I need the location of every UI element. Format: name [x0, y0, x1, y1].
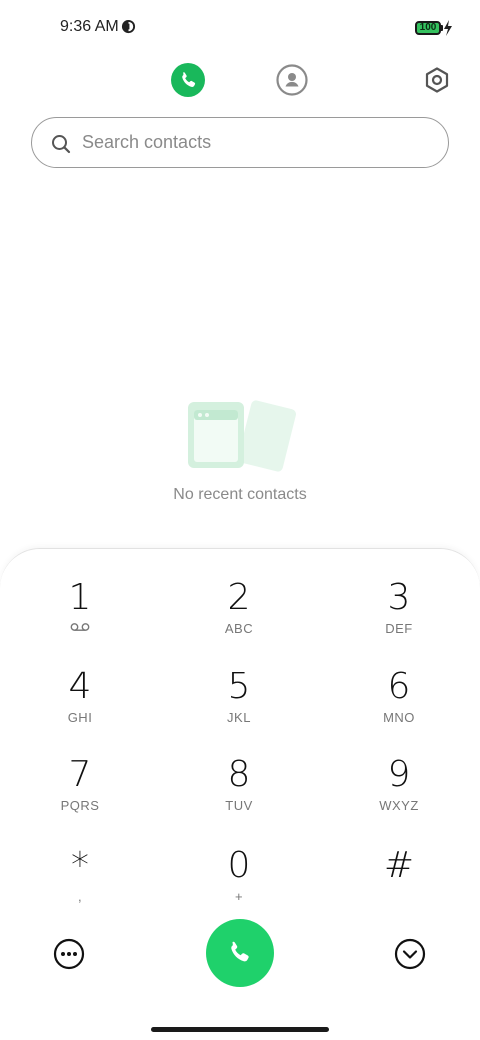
app-notification-icon [121, 19, 136, 34]
dial-key-5[interactable]: 5 JKL [179, 667, 299, 749]
dial-key-star[interactable]: * , [20, 846, 140, 928]
key-letters: + [234, 889, 244, 904]
key-digit: 0 [227, 845, 251, 886]
battery-indicator: 100 [415, 21, 441, 35]
key-letters: JKL [227, 710, 251, 725]
dial-key-3[interactable]: 3 DEF [339, 578, 459, 660]
key-digit: 4 [68, 666, 92, 707]
key-digit: # [383, 845, 415, 886]
key-digit: 7 [68, 754, 92, 795]
charging-icon [444, 20, 452, 36]
settings-icon [425, 67, 449, 93]
tab-contacts[interactable] [275, 63, 309, 97]
key-letters: DEF [385, 621, 413, 636]
phone-icon [182, 72, 196, 87]
hide-dialpad-button[interactable] [393, 937, 427, 971]
dial-key-6[interactable]: 6 MNO [339, 667, 459, 749]
empty-state-message: No recent contacts [173, 486, 307, 503]
key-letters: MNO [383, 710, 415, 725]
key-digit: 5 [227, 666, 251, 707]
key-digit: 3 [387, 577, 411, 618]
key-letters: , [77, 889, 83, 904]
key-letters: ABC [224, 621, 254, 636]
home-indicator[interactable] [151, 1027, 329, 1032]
search-input[interactable] [82, 118, 422, 166]
key-digit: * [71, 845, 89, 886]
more-icon [53, 938, 85, 970]
phone-icon [231, 941, 249, 962]
dial-key-hash[interactable]: # [339, 846, 459, 928]
key-digit: 8 [227, 754, 251, 795]
key-letters: GHI [67, 710, 93, 725]
key-letters: TUV [225, 798, 253, 813]
key-letters: WXYZ [379, 798, 419, 813]
contacts-icon [276, 64, 308, 96]
key-digit: 2 [227, 577, 251, 618]
key-digit: 9 [387, 754, 411, 795]
dial-key-7[interactable]: 7 PQRS [20, 755, 140, 837]
status-bar: 9:36 AM 100 [0, 0, 480, 56]
more-options-button[interactable] [52, 937, 86, 971]
battery-level: 100 [419, 22, 437, 33]
dial-key-9[interactable]: 9 WXYZ [339, 755, 459, 837]
search-icon [52, 135, 71, 154]
call-button[interactable] [206, 919, 274, 987]
voicemail-icon [70, 623, 90, 631]
key-digit: 6 [387, 666, 411, 707]
dial-key-2[interactable]: 2 ABC [179, 578, 299, 660]
dial-key-0[interactable]: 0 + [179, 846, 299, 928]
key-digit: 1 [68, 577, 92, 618]
empty-contacts-illustration [188, 400, 296, 472]
search-bar[interactable] [31, 117, 449, 168]
dialer-screen: 9:36 AM 100 Search contacts No recent co… [0, 0, 480, 1040]
dial-key-4[interactable]: 4 GHI [20, 667, 140, 749]
tab-phone[interactable] [171, 63, 205, 97]
key-letters: PQRS [60, 798, 100, 813]
dial-key-8[interactable]: 8 TUV [179, 755, 299, 837]
chevron-down-icon [394, 938, 426, 970]
dial-key-1[interactable]: 1 [20, 578, 140, 660]
status-time: 9:36 AM [60, 18, 119, 35]
settings-button[interactable] [421, 64, 453, 96]
